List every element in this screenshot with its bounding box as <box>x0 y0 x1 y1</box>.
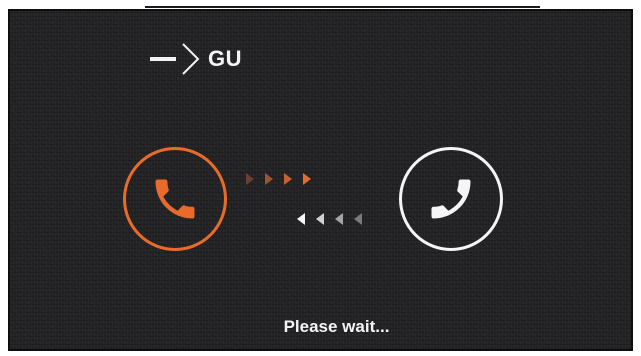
triangle-right-icon <box>265 173 273 185</box>
phone-handset-icon <box>431 179 471 219</box>
call-screen: GU Please wait... <box>8 9 633 351</box>
call-destination-row: GU <box>150 39 242 79</box>
triangle-right-icon <box>246 173 254 185</box>
caller-phone-circle <box>123 147 227 251</box>
triangle-right-icon <box>284 173 292 185</box>
chevron-right-icon <box>182 43 200 75</box>
incoming-arrows <box>297 213 362 225</box>
callee-phone-circle <box>399 147 503 251</box>
triangle-left-icon <box>316 213 324 225</box>
triangle-left-icon <box>297 213 305 225</box>
triangle-left-icon <box>354 213 362 225</box>
dash-icon <box>150 57 176 61</box>
status-message: Please wait... <box>283 317 390 336</box>
destination-label: GU <box>208 46 242 71</box>
phone-handset-icon <box>155 179 195 219</box>
outgoing-arrows <box>246 173 311 185</box>
top-bezel-edge <box>145 0 540 8</box>
triangle-right-icon <box>303 173 311 185</box>
triangle-left-icon <box>335 213 343 225</box>
